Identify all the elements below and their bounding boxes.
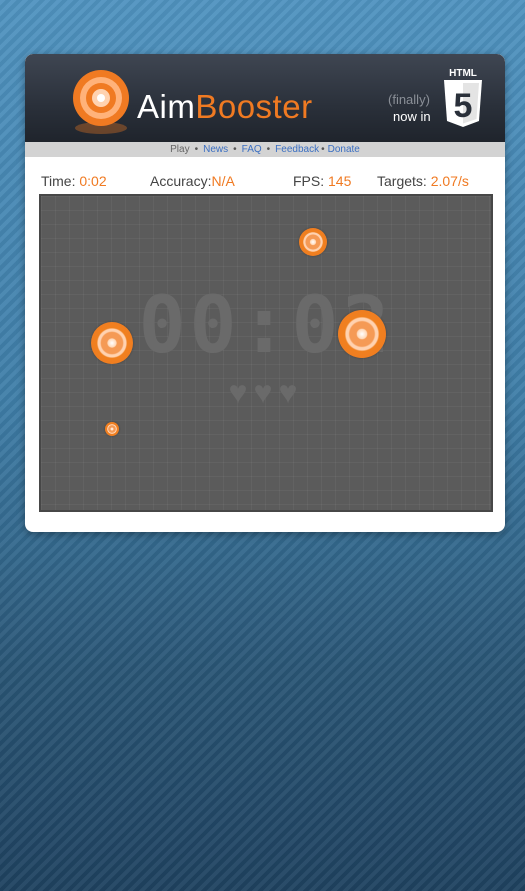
accuracy-value: N/A [211,173,235,189]
fps-label: FPS: [293,173,325,189]
target-circle[interactable] [299,228,327,256]
site-header: AimBooster (finally) now in HTML 5 [25,54,505,142]
targets-label: Targets: [377,173,427,189]
fps-value: 145 [328,173,352,189]
targets-value: 2.07/s [430,173,469,189]
target-circle[interactable] [338,310,386,358]
html5-label: HTML [449,68,477,79]
game-panel: AimBooster (finally) now in HTML 5 Play •… [25,54,505,532]
nav-faq-link[interactable]: FAQ [242,144,262,155]
target-circle[interactable] [91,322,133,364]
nav-separator: • [321,144,325,155]
time-stat: Time: 0:02 [41,173,107,189]
time-label: Time: [41,173,76,189]
logo-booster-text: Booster [195,88,313,125]
target-circle[interactable] [105,422,119,436]
targets-stat: Targets: 2.07/s [377,173,469,189]
now-in-text: now in [393,109,431,124]
time-value: 0:02 [79,173,107,189]
nav-play[interactable]: Play [170,144,189,155]
accuracy-stat: Accuracy:N/A [150,173,235,189]
nav-donate-link[interactable]: Donate [328,144,360,155]
lives-hearts-icon: ♥♥♥ [228,374,304,410]
nav-separator: • [266,144,271,155]
fps-stat: FPS: 145 [293,173,351,189]
nav-separator: • [233,144,237,155]
html5-badge-icon: HTML 5 [444,68,482,127]
nav-separator: • [194,144,199,155]
target-logo-icon [73,70,129,134]
accuracy-label: Accuracy: [150,173,212,189]
logo-wordmark: AimBooster [137,88,313,126]
nav-bar: Play • News • FAQ • Feedback • Donate [25,142,505,157]
logo-aim-text: Aim [137,88,196,125]
finally-text: (finally) [388,92,430,107]
game-arena[interactable]: 00:02 ♥♥♥ [39,194,493,512]
nav-feedback-link[interactable]: Feedback [275,144,319,155]
html5-number: 5 [454,87,473,125]
nav-news-link[interactable]: News [203,144,228,155]
